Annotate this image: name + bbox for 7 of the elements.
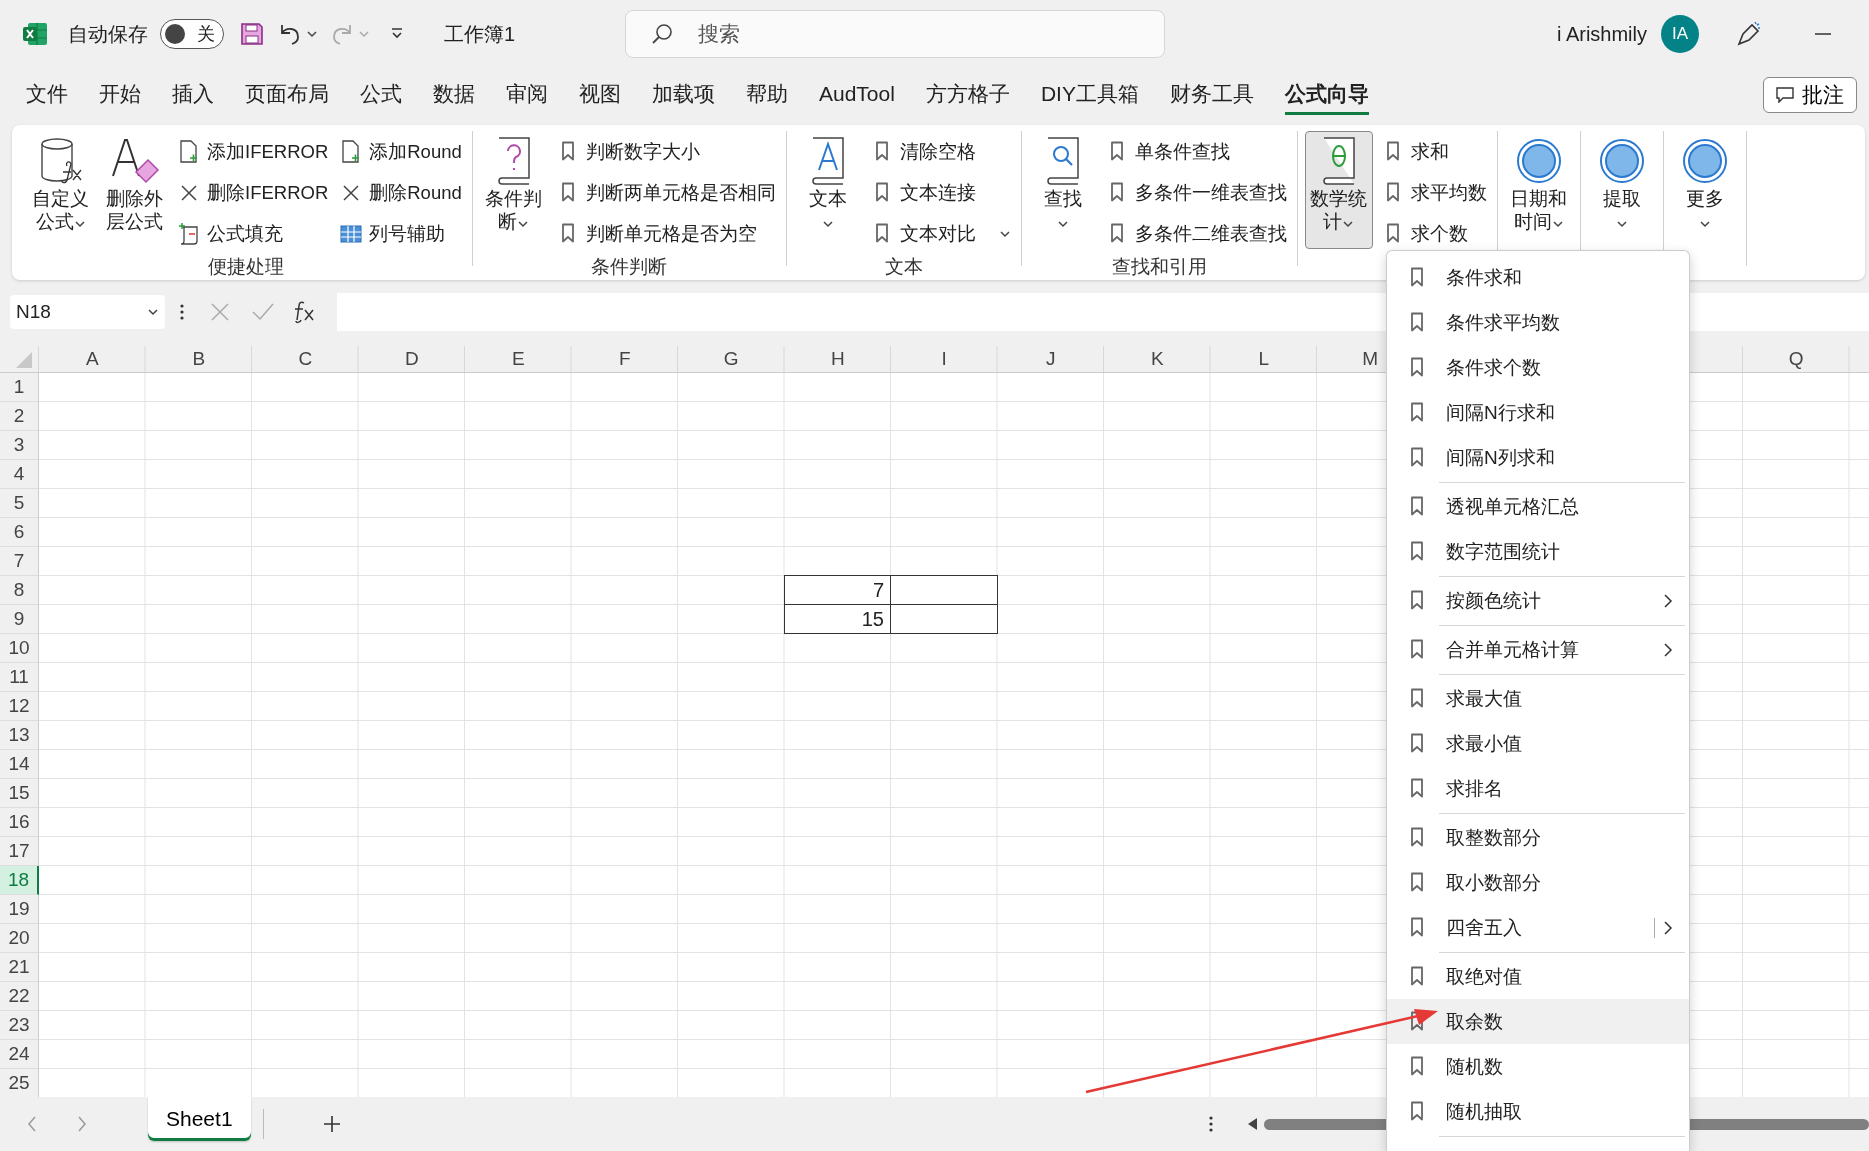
user-name: i Arishmily <box>1557 22 1647 46</box>
group-label: 文本 <box>883 255 924 279</box>
autosave-label: 自动保存 <box>68 21 148 47</box>
document-title: 工作簿1 <box>444 21 516 47</box>
group-label: 便捷处理 <box>206 255 285 279</box>
group-label: 查找和引用 <box>1110 255 1208 279</box>
group-label: 条件判断 <box>590 255 669 279</box>
